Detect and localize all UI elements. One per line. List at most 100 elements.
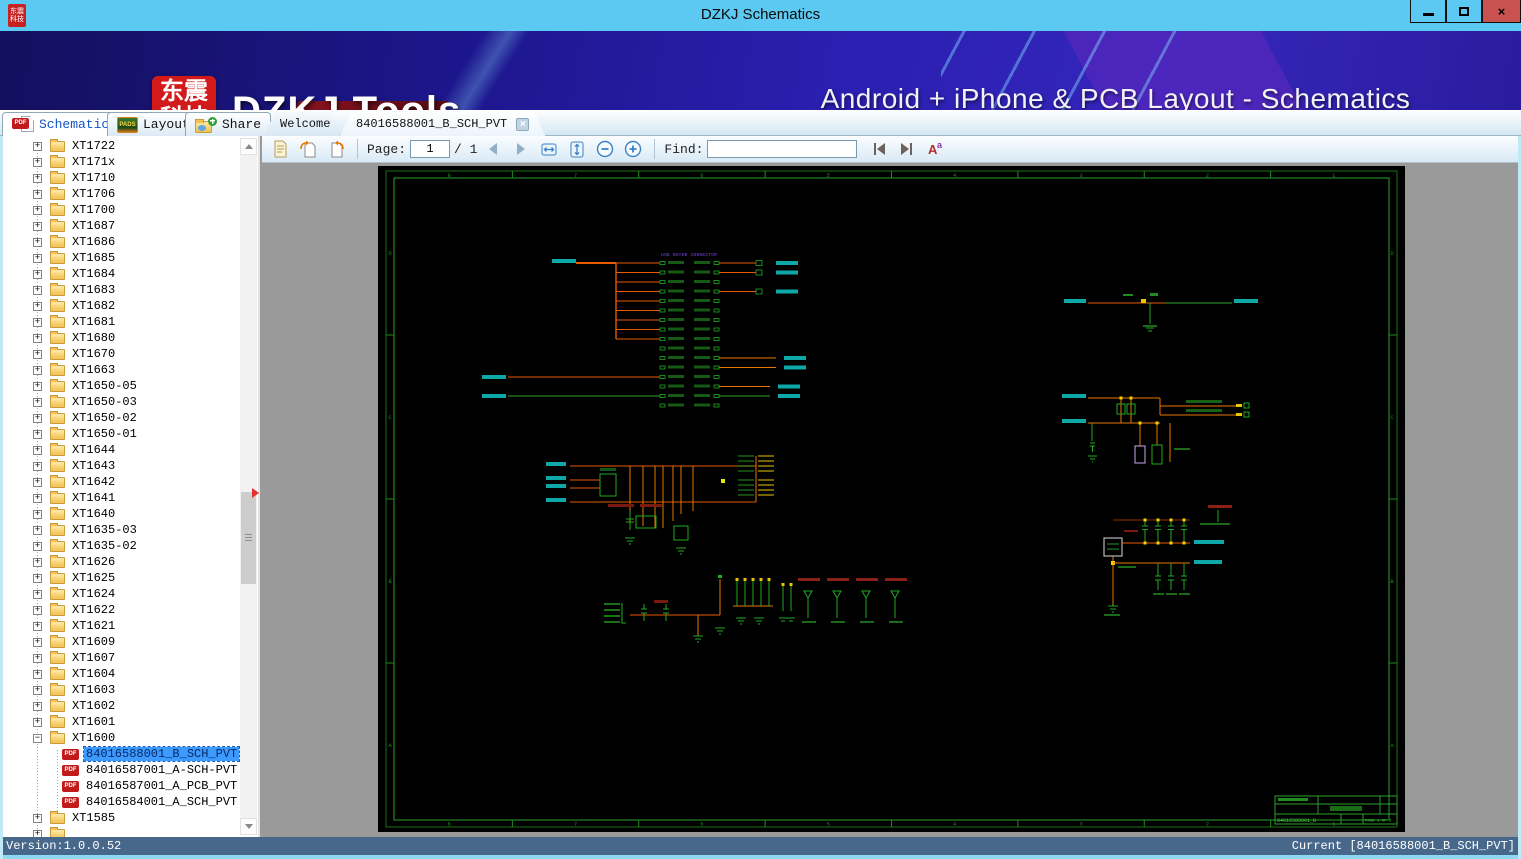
tree-item-folder[interactable]: + XT1602 — [0, 698, 240, 714]
document-icon[interactable] — [268, 138, 292, 161]
tree-item-folder[interactable]: + XT1621 — [0, 618, 240, 634]
doc-tab-close-icon[interactable]: × — [516, 118, 529, 131]
tab-share[interactable]: Share — [185, 112, 272, 136]
tree-item-file[interactable]: PDF 84016587001_A-SCH-PVT — [0, 762, 240, 778]
expand-toggle-icon[interactable]: + — [33, 381, 42, 391]
tree-item-folder[interactable]: + XT1650-03 — [0, 394, 240, 410]
tree-item-folder[interactable]: + XT1706 — [0, 186, 240, 202]
expand-toggle-icon[interactable]: + — [33, 669, 42, 679]
tree-item-folder[interactable]: + XT1684 — [0, 266, 240, 282]
tree-item-folder[interactable]: + XT1687 — [0, 218, 240, 234]
zoom-in-button[interactable] — [621, 138, 645, 161]
expand-toggle-icon[interactable]: + — [33, 829, 42, 837]
expand-toggle-icon[interactable]: + — [33, 717, 42, 727]
expand-toggle-icon[interactable]: + — [33, 205, 42, 215]
tree-item-folder[interactable]: + XT1625 — [0, 570, 240, 586]
expand-toggle-icon[interactable]: − — [33, 733, 42, 743]
expand-toggle-icon[interactable]: + — [33, 509, 42, 519]
tree-item-folder[interactable]: + XT1663 — [0, 362, 240, 378]
scroll-up-button[interactable] — [240, 138, 257, 155]
expand-toggle-icon[interactable]: + — [33, 429, 42, 439]
expand-toggle-icon[interactable]: + — [33, 285, 42, 295]
tree-item-folder[interactable]: + XT1624 — [0, 586, 240, 602]
tree-item-folder[interactable]: + XT1700 — [0, 202, 240, 218]
tree-item-folder[interactable]: + XT1640 — [0, 506, 240, 522]
expand-toggle-icon[interactable]: + — [33, 237, 42, 247]
expand-toggle-icon[interactable]: + — [33, 525, 42, 535]
tree-item-file[interactable]: PDF 84016588001_B_SCH_PVT — [0, 746, 240, 762]
match-case-icon[interactable]: Aa — [923, 138, 947, 161]
expand-toggle-icon[interactable]: + — [33, 413, 42, 423]
tree-item-folder[interactable]: + XT1683 — [0, 282, 240, 298]
expand-toggle-icon[interactable]: + — [33, 701, 42, 711]
doc-tab-welcome[interactable]: Welcome — [264, 112, 340, 136]
expand-toggle-icon[interactable]: + — [33, 269, 42, 279]
tree-item-folder[interactable]: + XT1607 — [0, 650, 240, 666]
tree-item-folder[interactable]: + XT1603 — [0, 682, 240, 698]
tree-item-file[interactable]: PDF 84016587001_A_PCB_PVT — [0, 778, 240, 794]
tree-item-folder[interactable]: + XT1722 — [0, 138, 240, 154]
fit-page-button[interactable] — [565, 138, 589, 161]
tree-item-file[interactable]: PDF 84016584001_A_SCH_PVT — [0, 794, 240, 810]
expand-toggle-icon[interactable]: + — [33, 189, 42, 199]
tree-item-folder[interactable]: + XT1643 — [0, 458, 240, 474]
tree-item-folder[interactable]: + XT1644 — [0, 442, 240, 458]
fit-width-button[interactable] — [537, 138, 561, 161]
schematic-page[interactable]: 8877665544332211DDCCBBAA USB BOARD CONNE… — [378, 166, 1405, 832]
tree-item-folder[interactable]: + XT1601 — [0, 714, 240, 730]
expand-toggle-icon[interactable]: + — [33, 589, 42, 599]
tree-item-folder[interactable]: + XT1682 — [0, 298, 240, 314]
tree-item-folder[interactable]: + XT1642 — [0, 474, 240, 490]
find-input[interactable] — [707, 140, 858, 158]
tree-item-folder[interactable]: + XT171x — [0, 154, 240, 170]
expand-toggle-icon[interactable]: + — [33, 813, 42, 823]
previous-page-button[interactable] — [481, 138, 505, 161]
expand-toggle-icon[interactable]: + — [33, 685, 42, 695]
next-page-button[interactable] — [509, 138, 533, 161]
expand-toggle-icon[interactable]: + — [33, 157, 42, 167]
tree-item-folder[interactable]: + XT1650-02 — [0, 410, 240, 426]
expand-toggle-icon[interactable]: + — [33, 541, 42, 551]
expand-toggle-icon[interactable]: + — [33, 317, 42, 327]
tree-item-folder[interactable]: + XT1650-05 — [0, 378, 240, 394]
close-button[interactable]: × — [1482, 0, 1521, 23]
expand-toggle-icon[interactable]: + — [33, 605, 42, 615]
tree-item-folder[interactable]: + XT1650-01 — [0, 426, 240, 442]
sidebar-collapse-arrow[interactable] — [252, 488, 259, 498]
expand-toggle-icon[interactable]: + — [33, 141, 42, 151]
tree-item-folder[interactable]: + XT1622 — [0, 602, 240, 618]
rotate-right-icon[interactable] — [324, 138, 348, 161]
tree-item-folder[interactable]: + XT1626 — [0, 554, 240, 570]
tab-schematic[interactable]: PDF Schematic — [2, 112, 120, 136]
tree-item-folder[interactable]: + XT1641 — [0, 490, 240, 506]
find-previous-button[interactable] — [867, 138, 891, 161]
expand-toggle-icon[interactable]: + — [33, 637, 42, 647]
expand-toggle-icon[interactable]: + — [33, 221, 42, 231]
expand-toggle-icon[interactable]: + — [33, 301, 42, 311]
tree-item-folder[interactable]: + XT1604 — [0, 666, 240, 682]
tree-item-folder[interactable]: + XT1680 — [0, 330, 240, 346]
doc-tab-document[interactable]: 84016588001_B_SCH_PVT × — [340, 112, 545, 136]
tree-item-folder[interactable]: + XT1585 — [0, 810, 240, 826]
expand-toggle-icon[interactable]: + — [33, 461, 42, 471]
expand-toggle-icon[interactable]: + — [33, 493, 42, 503]
expand-toggle-icon[interactable]: + — [33, 397, 42, 407]
tree-item-folder[interactable]: + — [0, 826, 240, 837]
expand-toggle-icon[interactable]: + — [33, 445, 42, 455]
tree-item-folder[interactable]: + XT1681 — [0, 314, 240, 330]
expand-toggle-icon[interactable]: + — [33, 173, 42, 183]
expand-toggle-icon[interactable]: + — [33, 253, 42, 263]
expand-toggle-icon[interactable]: + — [33, 349, 42, 359]
tree-item-folder[interactable]: + XT1609 — [0, 634, 240, 650]
tree-item-folder[interactable]: + XT1686 — [0, 234, 240, 250]
expand-toggle-icon[interactable]: + — [33, 365, 42, 375]
tree-item-folder[interactable]: − XT1600 — [0, 730, 240, 746]
tree-item-folder[interactable]: + XT1635-02 — [0, 538, 240, 554]
expand-toggle-icon[interactable]: + — [33, 573, 42, 583]
find-next-button[interactable] — [895, 138, 919, 161]
sidebar-scrollbar[interactable] — [240, 138, 257, 835]
expand-toggle-icon[interactable]: + — [33, 333, 42, 343]
tree-item-folder[interactable]: + XT1670 — [0, 346, 240, 362]
minimize-button[interactable] — [1410, 0, 1446, 23]
expand-toggle-icon[interactable]: + — [33, 653, 42, 663]
